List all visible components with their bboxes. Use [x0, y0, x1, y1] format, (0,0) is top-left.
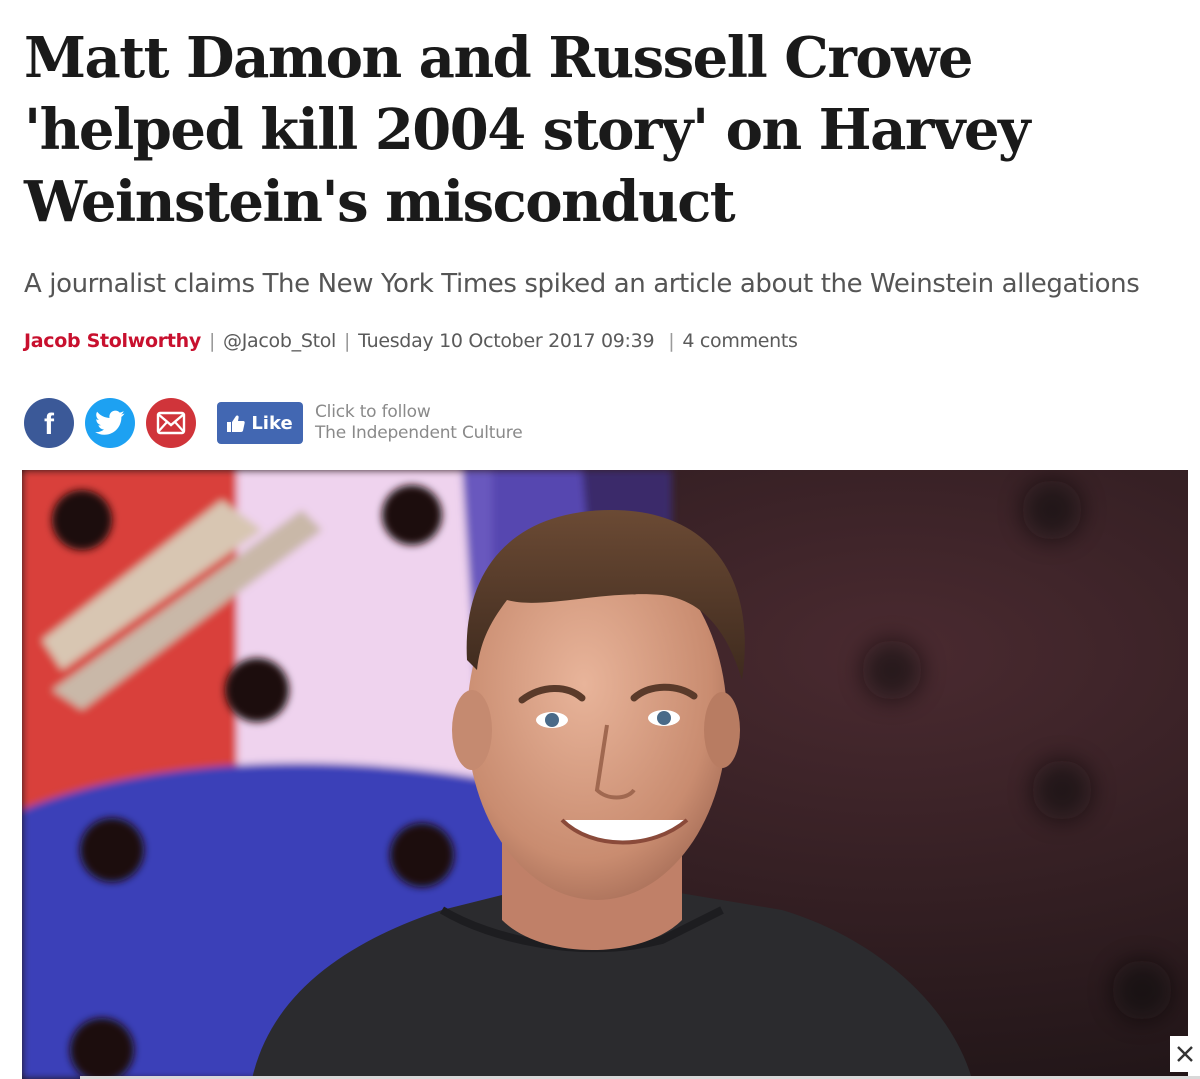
author-link[interactable]: Jacob Stolworthy	[24, 330, 201, 352]
close-icon	[1177, 1046, 1193, 1062]
follow-line-2: The Independent Culture	[315, 423, 523, 443]
close-ad-button[interactable]	[1170, 1036, 1200, 1072]
follow-prompt[interactable]: Click to follow The Independent Culture	[315, 402, 523, 444]
comments-link[interactable]: 4 comments	[682, 330, 798, 352]
byline-separator: |	[668, 330, 675, 352]
author-twitter-handle[interactable]: @Jacob_Stol	[223, 330, 336, 352]
article-headline: Matt Damon and Russell Crowe 'helped kil…	[24, 25, 1031, 235]
share-bar: f Like Click to follow The Independent C…	[24, 398, 523, 448]
email-share-button[interactable]	[146, 398, 196, 448]
like-label: Like	[251, 412, 293, 434]
hero-photo-illustration	[22, 470, 1188, 1079]
facebook-icon: f	[44, 408, 55, 441]
svg-text:f: f	[44, 408, 55, 441]
facebook-like-button[interactable]: Like	[217, 402, 303, 444]
publish-date: Tuesday 10 October 2017 09:39	[358, 330, 655, 352]
byline-separator: |	[208, 330, 216, 352]
twitter-share-button[interactable]	[85, 398, 135, 448]
byline-separator: |	[344, 330, 351, 352]
article-standfirst: A journalist claims The New York Times s…	[24, 269, 1140, 299]
hero-image	[22, 470, 1188, 1079]
email-icon	[156, 411, 186, 435]
twitter-icon	[95, 410, 125, 435]
thumbs-up-icon	[227, 415, 246, 432]
byline: Jacob Stolworthy | @Jacob_Stol | Tuesday…	[24, 326, 798, 356]
facebook-share-button[interactable]: f	[24, 398, 74, 448]
follow-line-1: Click to follow	[315, 402, 431, 422]
